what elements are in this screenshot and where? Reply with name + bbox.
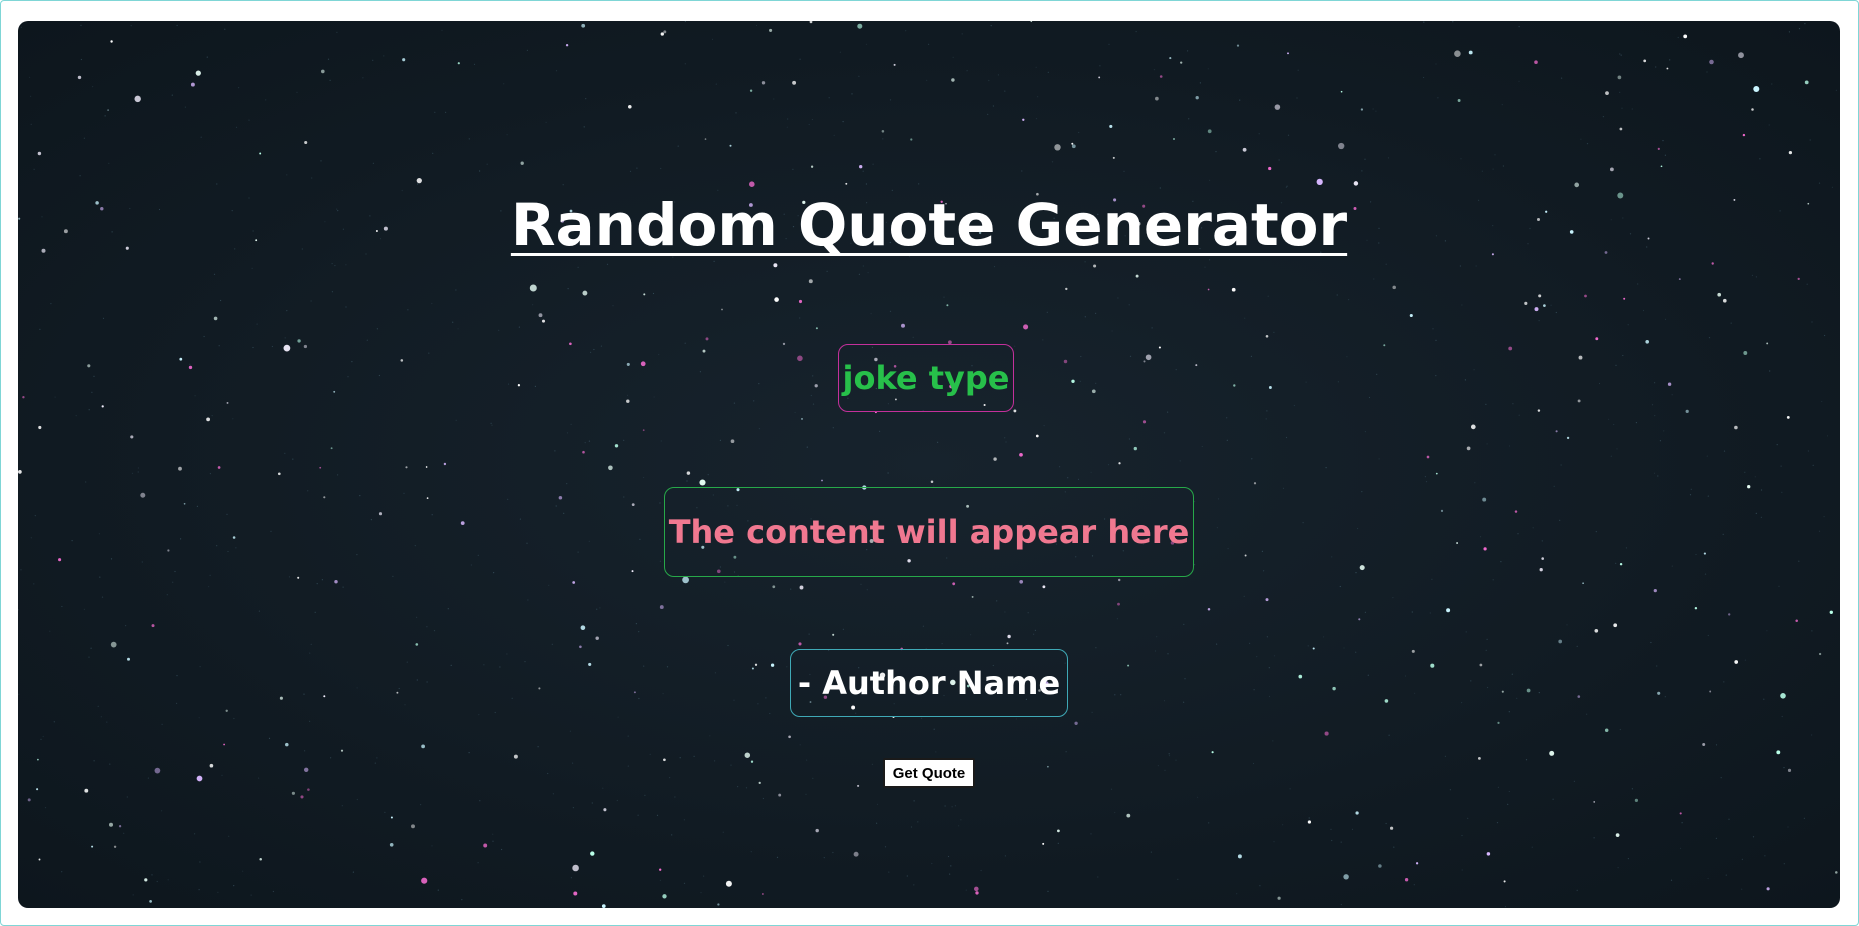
get-quote-button[interactable]: Get Quote bbox=[883, 758, 975, 788]
page-title: Random Quote Generator bbox=[510, 191, 1348, 259]
starfield-panel: Random Quote Generator joke type The con… bbox=[18, 21, 1840, 908]
quote-content-box: The content will appear here bbox=[664, 487, 1194, 577]
quote-type-text: joke type bbox=[842, 359, 1010, 397]
quote-content-text: The content will appear here bbox=[668, 513, 1190, 551]
quote-author-box: - Author Name bbox=[790, 649, 1068, 717]
quote-author-text: - Author Name bbox=[797, 664, 1061, 702]
quote-type-box: joke type bbox=[838, 344, 1014, 412]
browser-frame: Random Quote Generator joke type The con… bbox=[0, 0, 1859, 926]
